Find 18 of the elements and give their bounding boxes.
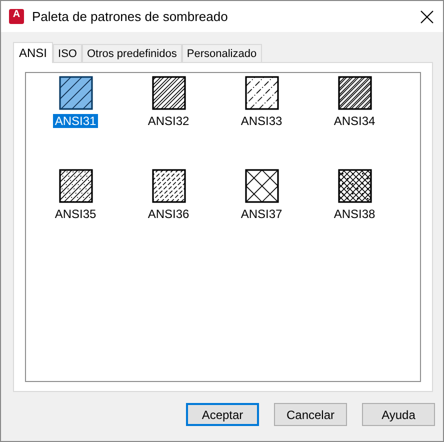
dialog-button[interactable]: Ayuda (362, 403, 435, 426)
window-title: Paleta de patrones de sombreado (32, 9, 229, 24)
pattern-label[interactable]: ANSI35 (52, 207, 98, 221)
tab[interactable]: ANSI (13, 42, 54, 63)
pattern-label[interactable]: ANSI32 (146, 114, 192, 128)
pattern-label[interactable]: ANSI36 (146, 207, 192, 221)
pattern-label[interactable]: ANSI33 (238, 114, 284, 128)
pattern-label[interactable]: ANSI31 (52, 114, 98, 128)
tab[interactable]: ISO (53, 44, 82, 62)
app-logo: A (9, 9, 24, 24)
default-button[interactable]: Aceptar (186, 403, 259, 426)
pattern-label[interactable]: ANSI37 (238, 207, 284, 221)
dialog-button[interactable]: Cancelar (274, 403, 347, 426)
tab[interactable]: Otros predefinidos (82, 44, 182, 62)
close-icon[interactable] (420, 10, 434, 24)
tab[interactable]: Personalizado (182, 44, 262, 62)
pattern-label[interactable]: ANSI38 (332, 207, 378, 221)
pattern-label[interactable]: ANSI34 (332, 114, 378, 128)
